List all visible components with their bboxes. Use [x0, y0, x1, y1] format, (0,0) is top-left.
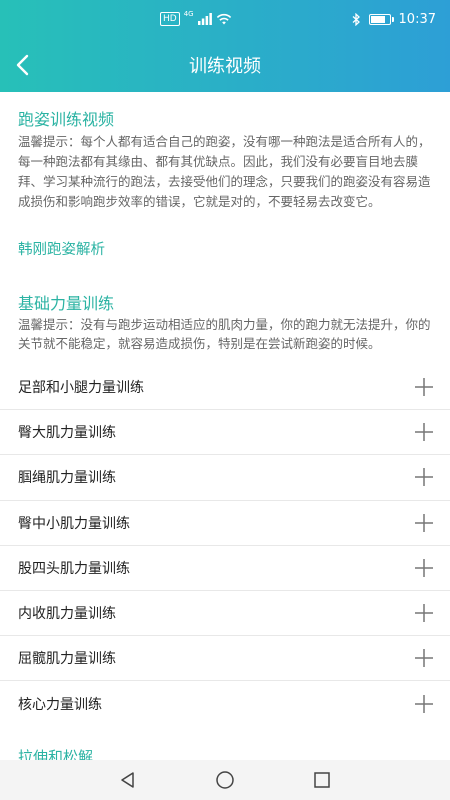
plus-icon[interactable] — [414, 648, 434, 668]
section-title-running-posture: 跑姿训练视频 — [18, 110, 115, 129]
nav-recents-button[interactable] — [308, 766, 336, 794]
section-title-stretch: 拉伸和松解 — [18, 748, 94, 760]
strength-list: 足部和小腿力量训练 臀大肌力量训练 腘绳肌力量训练 臀中小肌力量训练 股四头肌力… — [0, 365, 450, 727]
list-item-label: 腘绳肌力量训练 — [18, 470, 116, 487]
status-bar: HD 4G 10:37 — [0, 0, 450, 38]
system-nav-bar — [0, 760, 450, 800]
square-recents-icon — [313, 772, 330, 788]
wifi-icon — [216, 13, 231, 25]
section-title-strength: 基础力量训练 — [18, 294, 115, 313]
list-item-label: 屈髋肌力量训练 — [18, 651, 116, 668]
list-item[interactable]: 腘绳肌力量训练 — [0, 455, 450, 501]
plus-icon[interactable] — [414, 513, 434, 533]
list-item-label: 足部和小腿力量训练 — [18, 380, 144, 397]
battery-icon — [368, 13, 394, 25]
network-type: 4G — [183, 10, 194, 18]
nav-back-button[interactable] — [114, 766, 142, 794]
list-item[interactable]: 臀中小肌力量训练 — [0, 501, 450, 546]
triangle-back-icon — [121, 772, 135, 788]
list-item[interactable]: 臀大肌力量训练 — [0, 410, 450, 456]
status-time: 10:37 — [398, 11, 436, 27]
signal-icon — [197, 13, 212, 25]
plus-icon[interactable] — [414, 603, 434, 623]
hd-badge: HD — [160, 12, 180, 26]
list-item-label: 内收肌力量训练 — [18, 606, 116, 623]
plus-icon[interactable] — [414, 422, 434, 442]
list-item-label: 股四头肌力量训练 — [18, 560, 130, 577]
circle-home-icon — [216, 771, 234, 789]
strength-section: 基础力量训练 温馨提示：没有与跑步运动相适应的肌肉力量，你的跑力就无法提升，你的… — [0, 290, 450, 353]
hangang-posture-link[interactable]: 韩刚跑姿解析 — [18, 238, 105, 259]
plus-icon[interactable] — [414, 377, 434, 397]
plus-icon[interactable] — [414, 467, 434, 487]
app-header: HD 4G 10:37 训练视频 — [0, 0, 450, 92]
list-item-label: 臀大肌力量训练 — [18, 425, 116, 442]
list-item[interactable]: 内收肌力量训练 — [0, 591, 450, 637]
nav-bar: 训练视频 — [0, 38, 450, 92]
content-scroll[interactable]: 跑姿训练视频 温馨提示：每个人都有适合自己的跑姿，没有哪一种跑法是适合所有人的，… — [0, 92, 450, 760]
list-item[interactable]: 核心力量训练 — [0, 681, 450, 726]
back-button[interactable] — [8, 51, 36, 79]
strength-tip: 温馨提示：没有与跑步运动相适应的肌肉力量，你的跑力就无法提升，你的关节就不能稳定… — [18, 317, 431, 351]
chevron-left-icon — [16, 54, 29, 76]
running-posture-tip: 温馨提示：每个人都有适合自己的跑姿，没有哪一种跑法是适合所有人的，每一种跑法都有… — [18, 134, 431, 209]
page-title: 训练视频 — [189, 56, 261, 77]
list-item-label: 核心力量训练 — [18, 696, 102, 713]
nav-home-button[interactable] — [211, 766, 239, 794]
plus-icon[interactable] — [414, 558, 434, 578]
list-item[interactable]: 屈髋肌力量训练 — [0, 636, 450, 682]
list-item[interactable]: 足部和小腿力量训练 — [0, 365, 450, 411]
bluetooth-icon — [352, 12, 360, 26]
list-item[interactable]: 股四头肌力量训练 — [0, 546, 450, 591]
running-posture-section: 跑姿训练视频 温馨提示：每个人都有适合自己的跑姿，没有哪一种跑法是适合所有人的，… — [0, 106, 450, 212]
list-item-label: 臀中小肌力量训练 — [18, 515, 130, 532]
plus-icon[interactable] — [414, 694, 434, 714]
